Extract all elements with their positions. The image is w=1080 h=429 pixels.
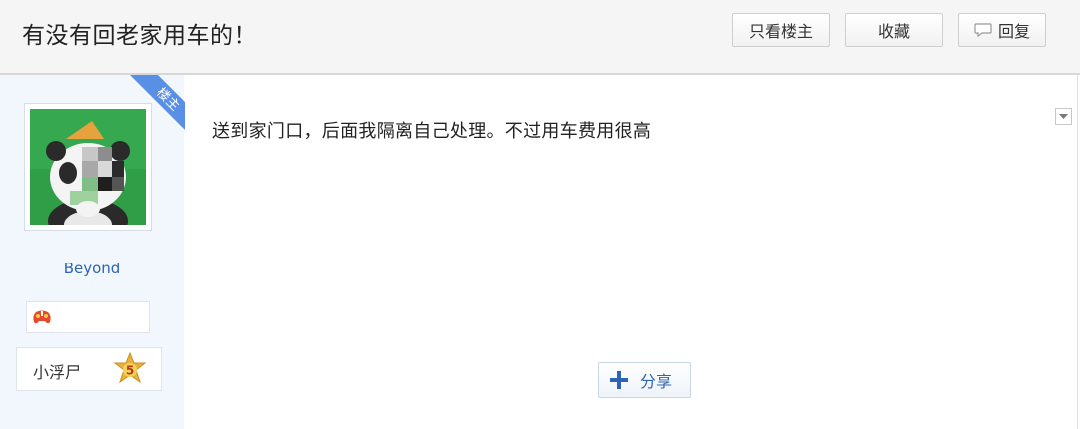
post-content: 送到家门口，后面我隔离自己处理。不过用车费用很高 xyxy=(212,121,652,142)
share-button[interactable]: 分享 xyxy=(598,362,691,398)
game-controller-icon[interactable] xyxy=(32,308,52,326)
star-badge-icon: 5 xyxy=(113,352,147,384)
only-op-label: 只看楼主 xyxy=(748,22,813,41)
plus-share-icon xyxy=(610,371,628,389)
avatar-image xyxy=(30,109,146,225)
chevron-down-icon xyxy=(1059,114,1068,119)
post-menu-button[interactable] xyxy=(1055,108,1072,125)
only-op-button[interactable]: 只看楼主 xyxy=(732,13,830,47)
member-level[interactable]: 小浮尸 5 xyxy=(16,347,162,391)
thread-title: 有没有回老家用车的！ xyxy=(22,23,257,49)
speech-bubble-icon xyxy=(974,23,992,37)
reply-label: 回复 xyxy=(997,22,1030,41)
op-ribbon: 楼主 xyxy=(130,75,185,130)
level-name: 小浮尸 xyxy=(33,363,82,382)
favorite-label: 收藏 xyxy=(877,22,910,41)
reply-button[interactable]: 回复 xyxy=(958,13,1046,47)
share-label: 分享 xyxy=(640,372,673,391)
thread-header: 有没有回老家用车的！ 只看楼主 收藏 回复 xyxy=(0,0,1080,75)
content-border xyxy=(1077,75,1078,429)
badge-area xyxy=(26,301,150,333)
author-username[interactable]: Beyond xyxy=(0,263,184,279)
level-number: 5 xyxy=(126,364,134,378)
favorite-button[interactable]: 收藏 xyxy=(845,13,943,47)
